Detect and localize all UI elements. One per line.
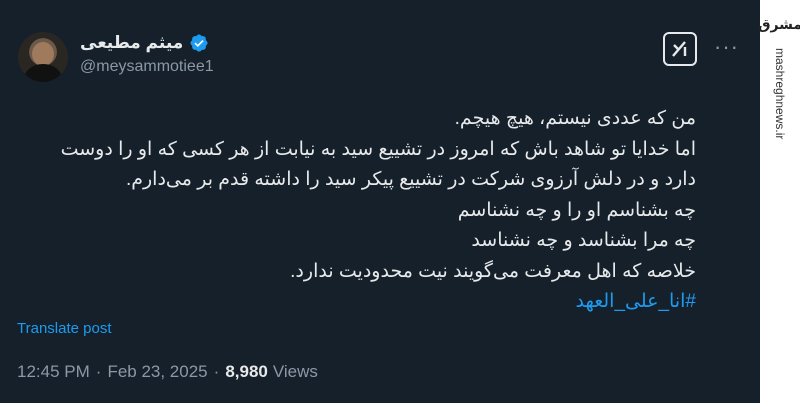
- tweet-line: چه بشناسم او را و چه نشناسم: [457, 199, 696, 221]
- translate-post-link[interactable]: Translate post: [17, 320, 112, 337]
- grok-icon[interactable]: [663, 32, 697, 66]
- tweet-text: من که عددی نیستم، هیچ هیچم. اما خدایا تو…: [0, 104, 696, 318]
- meta-separator: ·: [213, 362, 220, 381]
- avatar-body: [24, 64, 62, 82]
- post-date[interactable]: Feb 23, 2025: [107, 362, 207, 382]
- author-display-name[interactable]: میثم مطیعی: [80, 33, 183, 53]
- verified-badge-icon: [190, 34, 208, 52]
- post-card: میثم مطیعی @meysammotiee1 ··· من که عددی…: [0, 0, 760, 403]
- tweet-line: دارد و در دلش آرزوی شرکت در تشییع پیکر س…: [125, 169, 696, 190]
- watermark-logo: مشرق: [757, 17, 800, 33]
- tweet-line: خلاصه که اهل معرفت می‌گویند نیت محدودیت …: [290, 260, 696, 282]
- more-options-icon[interactable]: ···: [714, 34, 739, 60]
- post-meta: 12:45 PM · Feb 23, 2025 · 8,980 Views: [17, 362, 318, 382]
- watermark-site: mashreghnews.ir: [773, 48, 787, 140]
- avatar-face: [32, 42, 54, 66]
- hashtag-link[interactable]: #انا_علی_العهد: [0, 287, 697, 318]
- profile-avatar[interactable]: [18, 32, 68, 82]
- tweet-line: من که عددی نیستم، هیچ هیچم.: [454, 108, 696, 129]
- meta-separator: ·: [95, 362, 102, 381]
- author-handle[interactable]: @meysammotiee1: [80, 58, 214, 76]
- tweet-line: اما خدایا تو شاهد باش که امروز در تشییع …: [60, 138, 696, 160]
- grok-glyph-icon: [672, 41, 687, 57]
- views-label: Views: [272, 362, 318, 381]
- post-time[interactable]: 12:45 PM: [17, 362, 90, 382]
- author-name-row: میثم مطیعی: [80, 33, 209, 53]
- views-count[interactable]: 8,980: [225, 362, 268, 382]
- tweet-line: چه مرا بشناسد و چه نشناسد: [471, 230, 696, 251]
